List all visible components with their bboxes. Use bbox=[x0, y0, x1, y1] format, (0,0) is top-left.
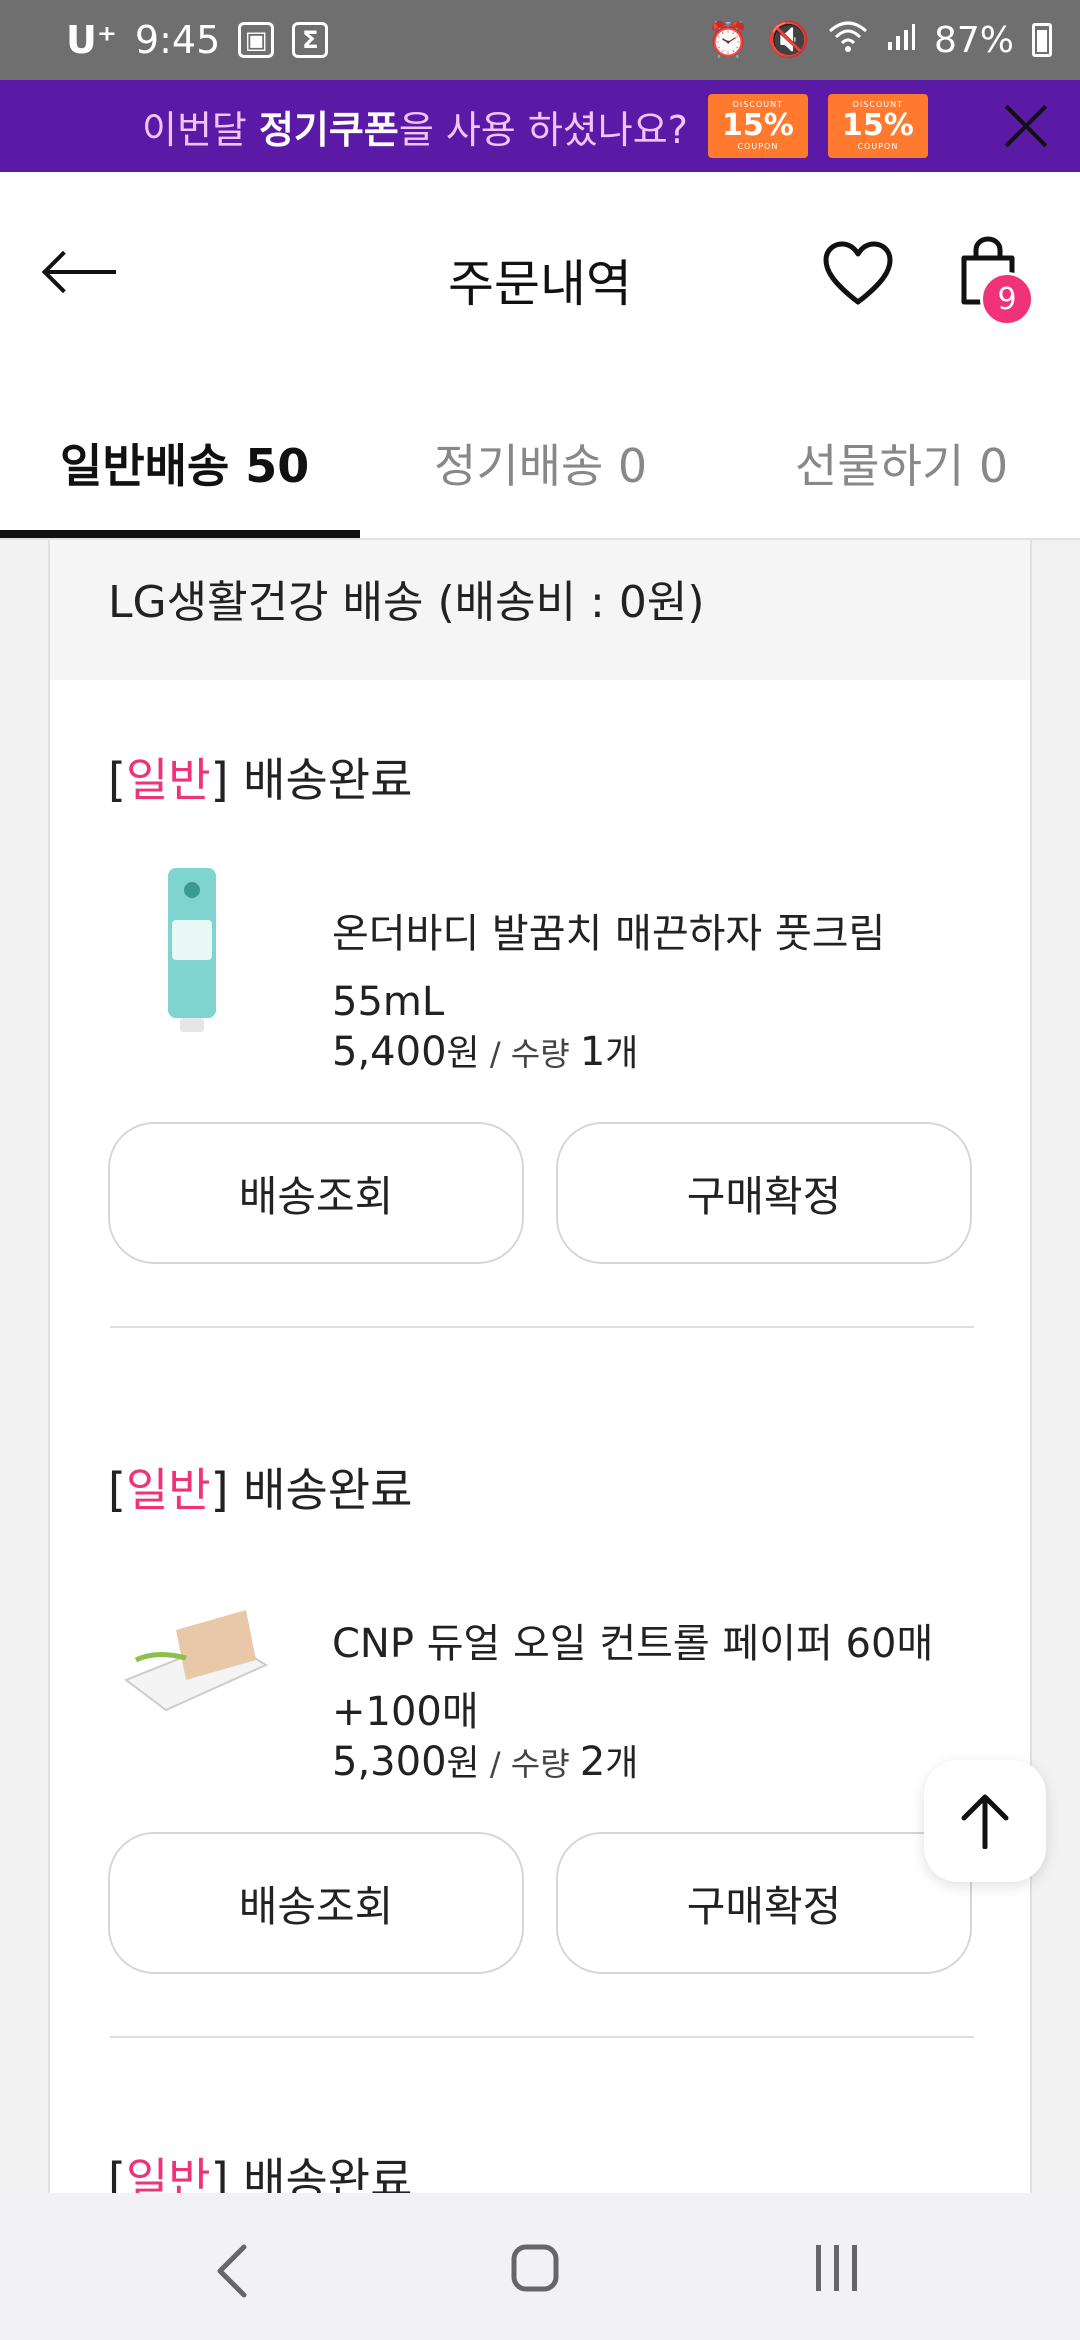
status-bar: U⁺ 9:45 ▣ Σ ⏰ 🔇 87% bbox=[0, 0, 1080, 80]
product-name-line1: CNP 듀얼 오일 컨트롤 페이퍼 60매 bbox=[332, 1621, 934, 1667]
price-value: 5,300 bbox=[332, 1739, 447, 1785]
bracket-close: ] bbox=[210, 2153, 229, 2193]
promo-text-bold: 정기쿠폰 bbox=[258, 107, 399, 152]
price-value: 5,400 bbox=[332, 1029, 447, 1075]
price-unit: 원 bbox=[446, 1743, 480, 1784]
track-delivery-button[interactable]: 배송조회 bbox=[108, 1832, 524, 1974]
order-status: [일반] 배송완료 bbox=[108, 1454, 412, 1520]
coupon-bottom: COUPON bbox=[737, 142, 779, 151]
tab-regular-delivery[interactable]: 일반배송 50 bbox=[60, 430, 309, 496]
wifi-icon bbox=[828, 19, 868, 62]
bracket-close: ] bbox=[210, 1463, 229, 1517]
price-unit: 원 bbox=[446, 1033, 480, 1074]
order-type: 일반 bbox=[125, 2153, 211, 2193]
price-quantity: 5,300원 / 수량 2개 bbox=[332, 1734, 638, 1786]
status-right: ⏰ 🔇 87% bbox=[707, 19, 1052, 62]
order-card: LG생활건강 배송 (배송비 : 0원) [일반] 배송완료 온더바디 발꿈치 … bbox=[48, 540, 1032, 2193]
nav-back-icon[interactable] bbox=[214, 2243, 250, 2299]
tab-gift[interactable]: 선물하기 0 bbox=[795, 430, 1008, 496]
bracket-close: ] bbox=[210, 753, 229, 807]
order-status: [일반] 배송완료 bbox=[108, 2144, 412, 2193]
quantity-label: / 수량 bbox=[479, 1745, 580, 1783]
order-item: [일반] 배송완료 온더바디 발꿈치 매끈하자 풋크림 55mL 5,400원 … bbox=[50, 680, 1030, 1340]
coupon-value: 15% bbox=[841, 108, 914, 143]
order-item: [일반] 배송완료 bbox=[50, 2100, 1030, 2193]
signal-icon bbox=[886, 20, 916, 61]
sigma-icon: Σ bbox=[292, 22, 329, 58]
alarm-icon: ⏰ bbox=[707, 20, 750, 60]
delivery-status: 배송완료 bbox=[228, 753, 413, 807]
delivery-status: 배송완료 bbox=[228, 2153, 413, 2193]
bracket-open: [ bbox=[108, 2153, 126, 2193]
promo-text: 이번달 정기쿠폰을 사용 하셨나요? bbox=[142, 99, 688, 154]
bracket-open: [ bbox=[108, 1463, 126, 1517]
nav-recents-icon[interactable] bbox=[812, 2243, 862, 2293]
tab-subscription-delivery[interactable]: 정기배송 0 bbox=[434, 430, 647, 496]
quantity-value: 1 bbox=[579, 1029, 606, 1075]
shipper-info: LG생활건강 배송 (배송비 : 0원) bbox=[50, 540, 1030, 680]
confirm-purchase-button[interactable]: 구매확정 bbox=[556, 1122, 972, 1264]
promo-text-suffix: 을 사용 하셨나요? bbox=[398, 107, 688, 152]
coupon-value: 15% bbox=[721, 108, 794, 143]
delivery-tabs: 일반배송 50 정기배송 0 선물하기 0 bbox=[0, 382, 1080, 540]
promo-banner[interactable]: 이번달 정기쿠폰을 사용 하셨나요? DISCOUNT 15% COUPON D… bbox=[0, 80, 1080, 172]
confirm-purchase-button[interactable]: 구매확정 bbox=[556, 1832, 972, 1974]
product-name-line1: 온더바디 발꿈치 매끈하자 풋크림 bbox=[332, 911, 886, 957]
quantity-unit: 개 bbox=[605, 1743, 639, 1784]
nav-home-icon[interactable] bbox=[510, 2243, 560, 2293]
divider bbox=[110, 1326, 974, 1328]
scroll-to-top-button[interactable] bbox=[924, 1760, 1046, 1882]
page-title: 주문내역 bbox=[448, 255, 632, 313]
cart-count-badge: 9 bbox=[980, 272, 1034, 326]
order-type: 일반 bbox=[125, 753, 211, 807]
status-left: U⁺ 9:45 ▣ Σ bbox=[66, 18, 329, 62]
order-status: [일반] 배송완료 bbox=[108, 744, 412, 810]
close-icon[interactable] bbox=[1002, 102, 1050, 150]
carrier-label: U⁺ bbox=[66, 18, 117, 62]
quantity-label: / 수량 bbox=[479, 1035, 580, 1073]
product-image-foot-cream[interactable] bbox=[120, 860, 264, 1040]
battery-percent: 87% bbox=[933, 19, 1014, 61]
coupon-bottom: COUPON bbox=[857, 142, 899, 151]
clock: 9:45 bbox=[134, 18, 221, 62]
bracket-open: [ bbox=[108, 753, 126, 807]
promo-text-prefix: 이번달 bbox=[142, 107, 259, 152]
product-name[interactable]: 온더바디 발꿈치 매끈하자 풋크림 55mL bbox=[332, 900, 992, 1036]
arrow-up-icon bbox=[961, 1794, 1009, 1849]
divider bbox=[110, 2036, 974, 2038]
battery-icon bbox=[1032, 23, 1052, 57]
mute-icon: 🔇 bbox=[767, 20, 810, 60]
product-image-oil-paper[interactable] bbox=[116, 1570, 272, 1750]
order-item: [일반] 배송완료 CNP 듀얼 오일 컨트롤 페이퍼 60매 +100매 5,… bbox=[50, 1390, 1030, 2050]
coupon-badge-1: DISCOUNT 15% COUPON bbox=[707, 94, 808, 158]
heart-icon[interactable] bbox=[822, 240, 894, 306]
track-delivery-button[interactable]: 배송조회 bbox=[108, 1122, 524, 1264]
product-name[interactable]: CNP 듀얼 오일 컨트롤 페이퍼 60매 +100매 bbox=[332, 1610, 992, 1746]
order-type: 일반 bbox=[125, 1463, 211, 1517]
active-tab-indicator bbox=[0, 530, 360, 538]
quantity-value: 2 bbox=[579, 1739, 606, 1785]
gallery-icon: ▣ bbox=[238, 22, 275, 58]
price-quantity: 5,400원 / 수량 1개 bbox=[332, 1024, 638, 1076]
coupon-badge-2: DISCOUNT 15% COUPON bbox=[827, 94, 928, 158]
system-nav-bar bbox=[0, 2195, 1080, 2340]
quantity-unit: 개 bbox=[605, 1033, 639, 1074]
delivery-status: 배송완료 bbox=[228, 1463, 413, 1517]
